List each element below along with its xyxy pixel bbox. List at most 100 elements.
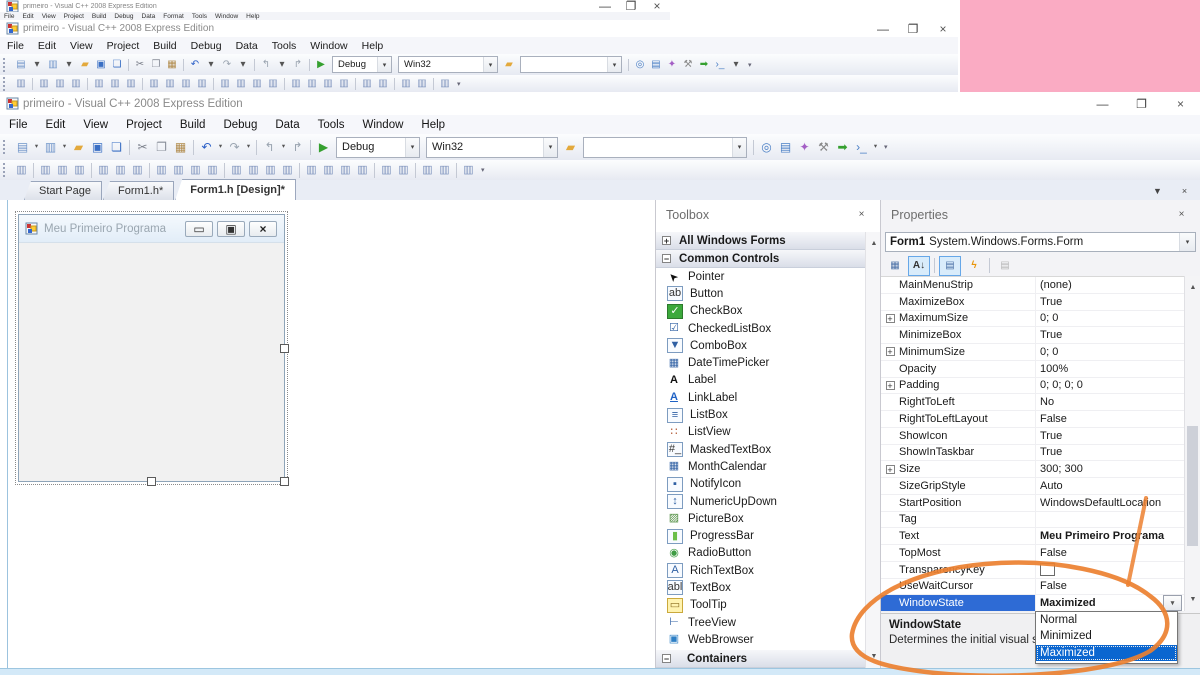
send-to-back-icon[interactable]: ▥: [415, 77, 429, 91]
remove-vert-spacing-icon[interactable]: ▥: [337, 77, 351, 91]
align-bottoms-icon[interactable]: ▥: [124, 77, 138, 91]
menu-item-build[interactable]: Build: [146, 40, 183, 52]
property-row-size[interactable]: +Size300; 300: [881, 461, 1184, 478]
property-row-usewaitcursor[interactable]: UseWaitCursorFalse: [881, 579, 1184, 596]
solution-explorer-icon[interactable]: ◎: [633, 58, 647, 72]
menu-item-tools[interactable]: Tools: [309, 119, 354, 131]
categorized-button[interactable]: ▦: [884, 256, 906, 276]
chevron-down-icon[interactable]: ▾: [607, 57, 621, 72]
increase-vert-spacing-icon[interactable]: ▥: [305, 77, 319, 91]
property-value[interactable]: True: [1036, 428, 1184, 444]
properties-header[interactable]: Properties ×: [881, 200, 1200, 230]
resize-handle-right[interactable]: [280, 344, 289, 353]
close-icon[interactable]: ×: [1173, 207, 1190, 224]
toolbox-item-textbox[interactable]: ablTextBox: [656, 579, 866, 596]
property-row-showicon[interactable]: ShowIconTrue: [881, 428, 1184, 445]
solution-configurations-icon[interactable]: ▰: [562, 139, 579, 156]
color-swatch[interactable]: [1040, 563, 1055, 576]
toolbar-overflow-icon[interactable]: ▾: [884, 143, 888, 151]
property-value[interactable]: [1036, 512, 1184, 528]
property-row-text[interactable]: TextMeu Primeiro Programa: [881, 528, 1184, 545]
expand-icon[interactable]: +: [662, 236, 671, 245]
property-grid-scrollbar[interactable]: ▲ ▼: [1184, 276, 1200, 611]
make-same-height-icon[interactable]: ▥: [179, 77, 193, 91]
toolbar-overflow-icon[interactable]: ▾: [748, 61, 752, 69]
redo-icon[interactable]: ↷: [226, 139, 243, 156]
toolbox-item-label[interactable]: ALabel: [656, 372, 866, 389]
open-file-icon[interactable]: ▰: [78, 58, 92, 72]
menu-item-data[interactable]: Data: [266, 119, 308, 131]
property-row-topmost[interactable]: TopMostFalse: [881, 545, 1184, 562]
start-debugging-icon[interactable]: ▶: [314, 58, 328, 72]
add-new-item-icon[interactable]: ▥: [42, 139, 59, 156]
size-to-grid-icon[interactable]: ▥: [163, 77, 177, 91]
property-value[interactable]: False: [1036, 579, 1184, 595]
toolbar-grip[interactable]: [3, 140, 9, 154]
expand-icon[interactable]: +: [886, 347, 895, 356]
property-row-sizegripstyle[interactable]: SizeGripStyleAuto: [881, 478, 1184, 495]
menu-item-debug[interactable]: Debug: [110, 13, 137, 20]
object-selector-combo[interactable]: Form1 System.Windows.Forms.Form ▾: [885, 232, 1196, 252]
redo-icon[interactable]: ↷: [220, 58, 234, 72]
toolbox-item-monthcalendar[interactable]: ▦MonthCalendar: [656, 458, 866, 475]
command-window-icon[interactable]: ›_: [853, 139, 870, 156]
tab-start-page[interactable]: Start Page: [24, 181, 102, 200]
menu-item-debug[interactable]: Debug: [214, 119, 266, 131]
align-rights-icon[interactable]: ▥: [69, 77, 83, 91]
decrease-vert-spacing-icon[interactable]: ▥: [338, 163, 353, 177]
properties-window-icon[interactable]: ▤: [649, 58, 663, 72]
designed-form[interactable]: Meu Primeiro Programa ▭▣×: [18, 214, 285, 482]
solution-platforms-combo[interactable]: Win32 ▾: [398, 56, 498, 73]
minimize-button[interactable]: —: [592, 0, 618, 12]
align-to-grid-icon[interactable]: ▥: [14, 163, 29, 177]
active-files-icon[interactable]: ▼: [1149, 183, 1166, 200]
bring-to-front-icon[interactable]: ▥: [399, 77, 413, 91]
make-same-size-icon[interactable]: ▥: [195, 77, 209, 91]
cut-icon[interactable]: ✂: [134, 139, 151, 156]
toolbox-item-maskedtextbox[interactable]: #_MaskedTextBox: [656, 441, 866, 458]
property-value[interactable]: False: [1036, 545, 1184, 561]
make-vert-spacing-equal-icon[interactable]: ▥: [289, 77, 303, 91]
toolbox-header[interactable]: Toolbox ×: [656, 200, 881, 230]
increase-vert-spacing-icon[interactable]: ▥: [321, 163, 336, 177]
menu-item-format[interactable]: Format: [159, 13, 188, 20]
solution-configurations-combo[interactable]: Debug ▾: [332, 56, 392, 73]
make-same-size-icon[interactable]: ▥: [205, 163, 220, 177]
align-middles-icon[interactable]: ▥: [113, 163, 128, 177]
dropdown-option-maximized[interactable]: Maximized: [1036, 645, 1177, 661]
paste-icon[interactable]: ▦: [172, 139, 189, 156]
close-document-icon[interactable]: ×: [1176, 183, 1193, 200]
dropdown-arrow-icon[interactable]: ▾: [729, 58, 743, 72]
resize-handle-bottom[interactable]: [147, 477, 156, 486]
property-row-minimumsize[interactable]: +MinimumSize0; 0: [881, 344, 1184, 361]
minimize-button[interactable]: —: [1083, 92, 1122, 115]
size-to-grid-icon[interactable]: ▥: [171, 163, 186, 177]
dropdown-arrow-icon[interactable]: ▾: [217, 139, 224, 156]
chevron-down-icon[interactable]: ▾: [732, 138, 746, 157]
paste-icon[interactable]: ▦: [165, 58, 179, 72]
object-browser-icon[interactable]: ✦: [665, 58, 679, 72]
restore-button[interactable]: ❐: [898, 20, 928, 37]
dropdown-arrow-icon[interactable]: ▾: [204, 58, 218, 72]
toolbox-item-radiobutton[interactable]: ◉RadioButton: [656, 545, 866, 562]
solution-configurations-combo[interactable]: Debug ▾: [336, 137, 420, 158]
center-vertically-icon[interactable]: ▥: [376, 77, 390, 91]
toolbox-icon[interactable]: ⚒: [815, 139, 832, 156]
start-page-icon[interactable]: ➡: [834, 139, 851, 156]
find-combo[interactable]: ▾: [583, 137, 747, 158]
menu-item-edit[interactable]: Edit: [18, 13, 37, 20]
toolbox-item-richtextbox[interactable]: ARichTextBox: [656, 562, 866, 579]
property-value[interactable]: True: [1036, 294, 1184, 310]
object-browser-icon[interactable]: ✦: [796, 139, 813, 156]
send-to-back-icon[interactable]: ▥: [437, 163, 452, 177]
align-centers-icon[interactable]: ▥: [53, 77, 67, 91]
value-dropdown-button[interactable]: ▾: [1163, 595, 1182, 611]
menu-item-tools[interactable]: Tools: [265, 40, 304, 52]
property-value[interactable]: Auto: [1036, 478, 1184, 494]
property-value[interactable]: True: [1036, 445, 1184, 461]
toolbox-item-tooltip[interactable]: ▭ToolTip: [656, 597, 866, 614]
properties-view-button[interactable]: ▤: [939, 256, 961, 276]
align-middles-icon[interactable]: ▥: [108, 77, 122, 91]
save-icon[interactable]: ▣: [89, 139, 106, 156]
toolbox-item-combobox[interactable]: ▼ComboBox: [656, 337, 866, 354]
